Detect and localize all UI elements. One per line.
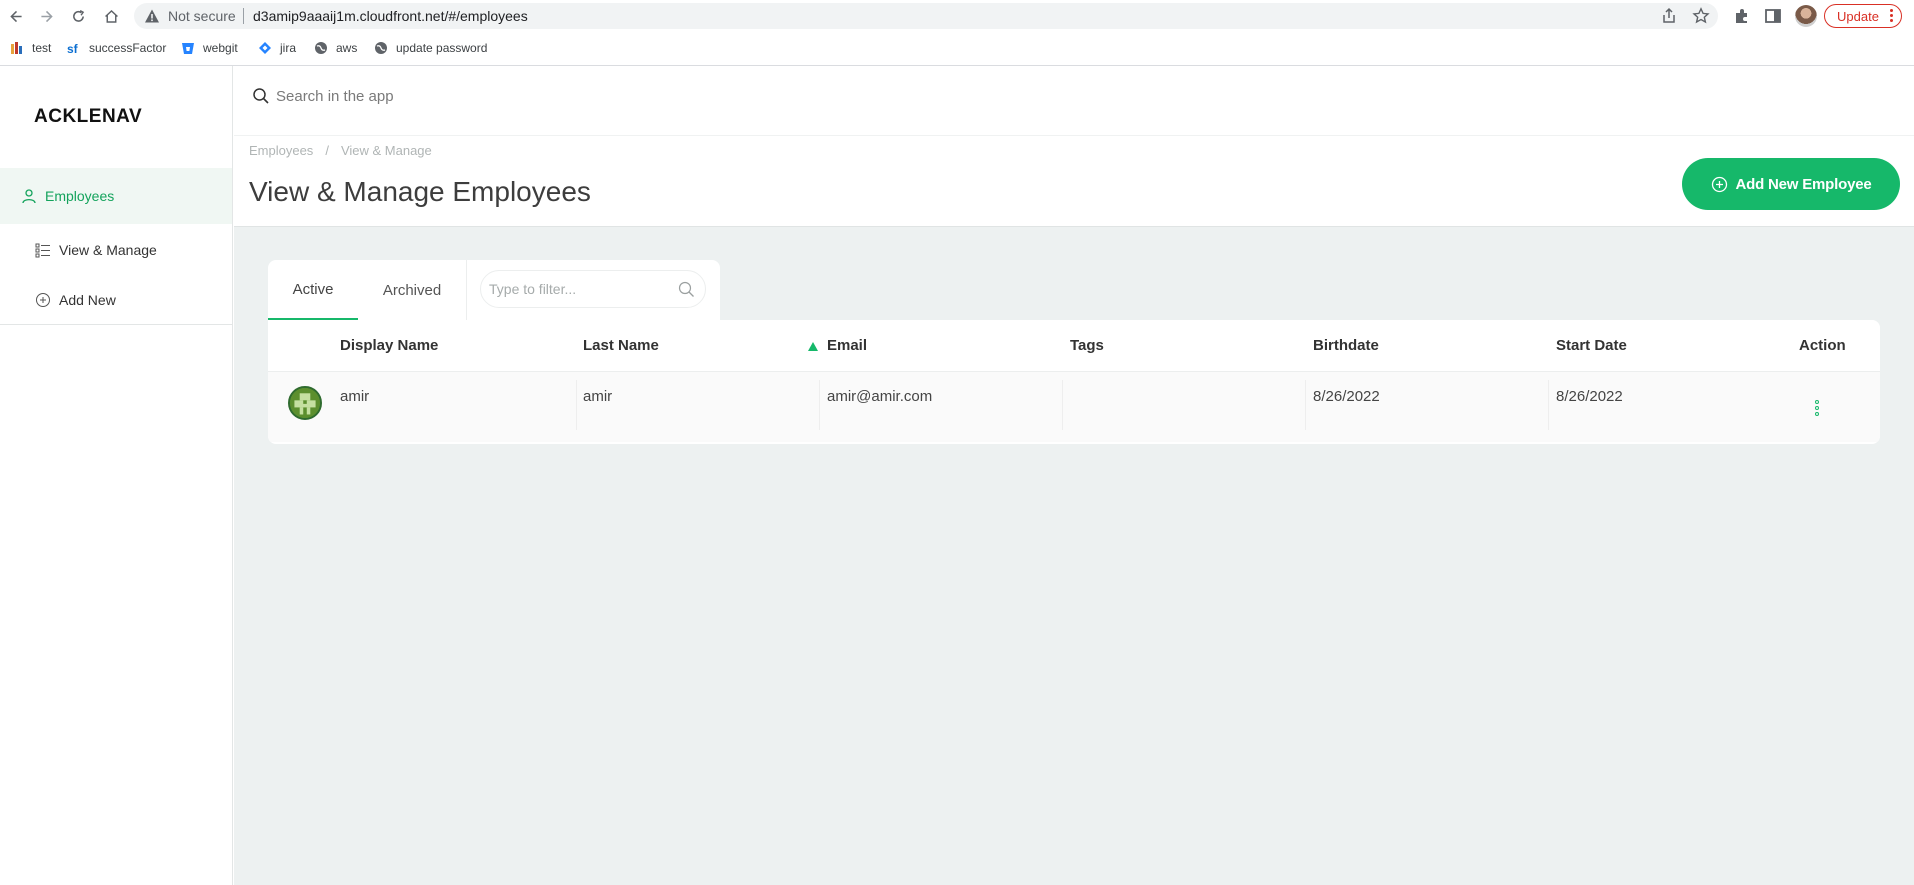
tab-divider xyxy=(466,260,467,320)
bookmark-test[interactable]: test xyxy=(10,38,51,58)
bookmark-icon xyxy=(11,42,22,54)
omnibox-separator xyxy=(243,8,244,24)
bitbucket-icon xyxy=(182,43,194,54)
reload-icon[interactable] xyxy=(66,4,90,28)
menu-dots-icon xyxy=(1890,9,1893,23)
sidebar-item-add-new[interactable]: Add New xyxy=(0,272,232,328)
star-icon[interactable] xyxy=(1692,7,1710,25)
column-birthdate[interactable]: Birthdate xyxy=(1313,337,1379,354)
cell-last-name: amir xyxy=(583,388,613,405)
add-new-employee-button[interactable]: Add New Employee xyxy=(1682,158,1900,210)
bookmark-aws[interactable]: aws xyxy=(314,38,357,58)
bookmark-webgit[interactable]: webgit xyxy=(181,38,238,58)
not-secure-label: Not secure xyxy=(168,8,236,24)
cell-start-date: 8/26/2022 xyxy=(1556,388,1623,405)
filter-input[interactable] xyxy=(489,277,659,301)
employees-table: Display Name Last Name Email Tags Birthd… xyxy=(268,320,1880,444)
update-label: Update xyxy=(1837,8,1879,24)
bookmark-jira[interactable]: jira xyxy=(258,38,296,58)
column-action: Action xyxy=(1799,337,1846,354)
browser-toolbar: Not secure d3amip9aaaij1m.cloudfront.net… xyxy=(0,0,1914,32)
browser-chrome: Not secure d3amip9aaaij1m.cloudfront.net… xyxy=(0,0,1914,66)
breadcrumb: Employees / View & Manage xyxy=(249,143,432,158)
globe-icon xyxy=(375,42,387,54)
list-icon xyxy=(35,243,50,258)
breadcrumb-view-manage: View & Manage xyxy=(340,143,432,158)
profile-avatar[interactable] xyxy=(1795,5,1817,27)
tab-active[interactable]: Active xyxy=(268,260,358,320)
sf-icon: sf xyxy=(67,42,79,55)
update-button[interactable]: Update xyxy=(1824,4,1902,28)
user-icon xyxy=(22,189,36,204)
tab-archived[interactable]: Archived xyxy=(358,260,466,320)
sidebar-item-employees[interactable]: Employees xyxy=(0,168,232,224)
sidebar-item-view-manage[interactable]: View & Manage xyxy=(0,222,232,278)
search-input[interactable] xyxy=(276,82,876,110)
address-bar[interactable]: Not secure d3amip9aaaij1m.cloudfront.net… xyxy=(134,3,1718,29)
cell-separator xyxy=(1548,380,1549,430)
breadcrumb-separator: / xyxy=(325,143,329,158)
extensions-icon[interactable] xyxy=(1732,6,1752,26)
side-panel-icon[interactable] xyxy=(1763,6,1783,26)
plus-circle-icon xyxy=(1711,176,1727,192)
cell-separator xyxy=(819,380,820,430)
app-logo[interactable]: ACKLENAV xyxy=(34,106,142,128)
globe-icon xyxy=(315,42,327,54)
jira-icon xyxy=(259,42,271,54)
bookmark-successfactor[interactable]: sf successFactor xyxy=(67,38,166,58)
svg-text:sf: sf xyxy=(67,42,79,55)
share-icon[interactable] xyxy=(1660,7,1678,25)
table-row[interactable]: amir amir amir@amir.com 8/26/2022 8/26/2… xyxy=(268,372,1880,442)
avatar xyxy=(288,386,322,420)
cell-birthdate: 8/26/2022 xyxy=(1313,388,1380,405)
url-text[interactable]: d3amip9aaaij1m.cloudfront.net/#/employee… xyxy=(253,8,528,24)
cell-separator xyxy=(1305,380,1306,430)
search-icon xyxy=(253,88,269,104)
column-display-name[interactable]: Display Name xyxy=(340,337,438,354)
app-search-bar xyxy=(234,66,1914,136)
table-header: Display Name Last Name Email Tags Birthd… xyxy=(268,320,1880,372)
column-tags[interactable]: Tags xyxy=(1070,337,1104,354)
plus-circle-icon xyxy=(36,293,50,307)
sidebar-item-label: View & Manage xyxy=(59,242,157,258)
breadcrumb-employees[interactable]: Employees xyxy=(249,143,313,158)
column-email[interactable]: Email xyxy=(827,337,867,354)
cell-separator xyxy=(1062,380,1063,430)
main-content: Employees / View & Manage View & Manage … xyxy=(234,66,1914,885)
bookmark-update-password[interactable]: update password xyxy=(374,38,487,58)
sort-ascending-icon[interactable] xyxy=(808,342,818,351)
add-new-employee-label: Add New Employee xyxy=(1735,175,1872,193)
column-start-date[interactable]: Start Date xyxy=(1556,337,1627,354)
filter-box xyxy=(480,270,706,308)
sidebar-divider xyxy=(0,324,232,325)
forward-icon[interactable] xyxy=(34,4,58,28)
page-title: View & Manage Employees xyxy=(249,176,591,207)
cell-separator xyxy=(576,380,577,430)
sidebar-item-label: Add New xyxy=(59,292,116,308)
sidebar-item-label: Employees xyxy=(45,188,115,204)
cell-email: amir@amir.com xyxy=(827,388,933,405)
cell-display-name: amir xyxy=(340,388,370,405)
bookmarks-bar: test sf successFactor webgit jira aws up… xyxy=(0,36,1914,60)
warning-icon xyxy=(145,9,159,23)
back-icon[interactable] xyxy=(4,4,28,28)
home-icon[interactable] xyxy=(99,4,123,28)
page-header: Employees / View & Manage View & Manage … xyxy=(234,136,1914,227)
identicon-icon xyxy=(290,388,320,418)
search-icon xyxy=(678,281,694,297)
employee-tabs: Active Archived xyxy=(268,260,720,320)
sidebar: ACKLENAV Employees View & Manage Add New xyxy=(0,66,233,885)
column-last-name[interactable]: Last Name xyxy=(583,337,659,354)
row-action-menu-icon[interactable] xyxy=(1814,400,1820,418)
